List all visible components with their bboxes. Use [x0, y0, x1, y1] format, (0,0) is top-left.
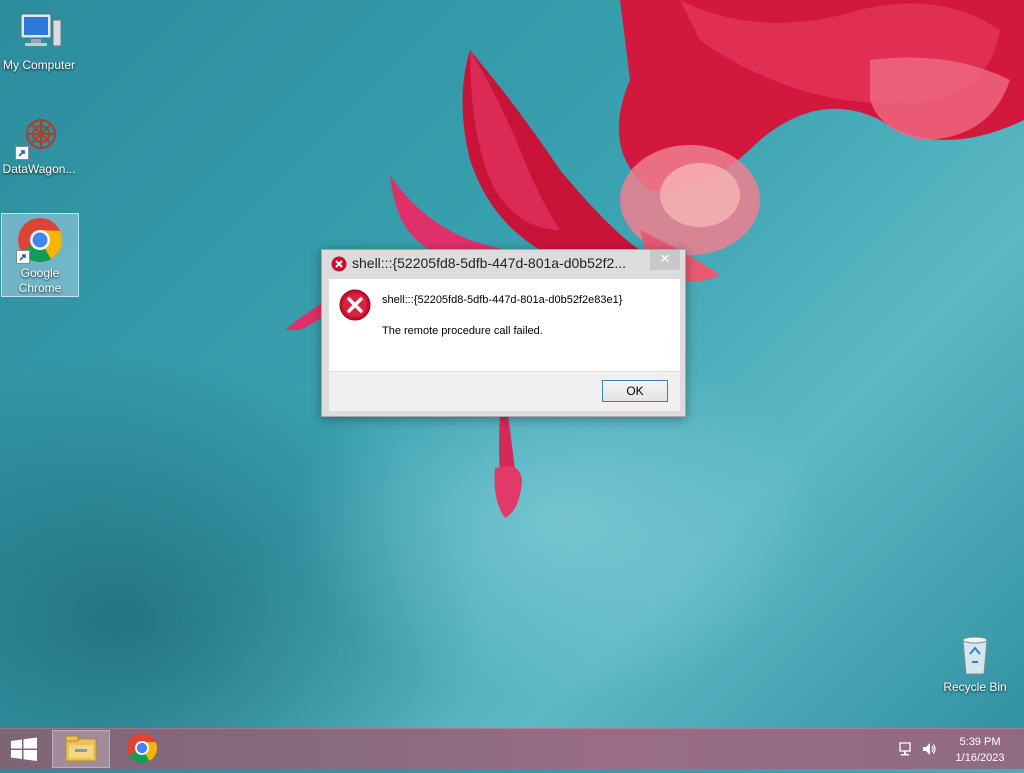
error-icon	[331, 256, 347, 272]
desktop-icon-label: My Computer	[2, 58, 76, 72]
taskbar-file-explorer[interactable]	[52, 730, 110, 768]
dialog-titlebar[interactable]: shell:::{52205fd8-5dfb-447d-801a-d0b52f2…	[322, 250, 685, 278]
network-icon[interactable]	[898, 741, 914, 757]
volume-icon[interactable]	[921, 741, 937, 757]
ok-button[interactable]: OK	[602, 380, 668, 402]
error-detail: The remote procedure call failed.	[382, 325, 543, 337]
desktop-icon-recycle-bin[interactable]: Recycle Bin	[937, 630, 1013, 695]
folder-icon	[65, 735, 97, 762]
start-button[interactable]	[0, 729, 48, 769]
shortcut-arrow-icon	[16, 250, 30, 264]
desktop-icon-google-chrome[interactable]: Google Chrome	[1, 213, 79, 297]
error-dialog: shell:::{52205fd8-5dfb-447d-801a-d0b52f2…	[321, 249, 686, 417]
desktop-icon-label: DataWagon...	[2, 162, 76, 176]
taskbar-clock[interactable]: 5:39 PM 1/16/2023	[948, 734, 1012, 766]
taskbar-google-chrome[interactable]	[114, 730, 172, 768]
clock-time: 5:39 PM	[959, 736, 1001, 748]
taskbar: 5:39 PM 1/16/2023	[0, 728, 1024, 769]
dialog-footer: OK	[329, 371, 680, 411]
computer-icon	[15, 8, 63, 56]
close-button[interactable]: ✕	[650, 250, 680, 270]
recycle-bin-icon	[951, 630, 999, 678]
chrome-icon	[127, 733, 157, 764]
dialog-title: shell:::{52205fd8-5dfb-447d-801a-d0b52f2…	[352, 255, 626, 271]
clock-date: 1/16/2023	[955, 752, 1005, 764]
windows-logo-icon	[11, 737, 37, 761]
dialog-body: shell:::{52205fd8-5dfb-447d-801a-d0b52f2…	[329, 279, 680, 371]
desktop-icon-datawagon[interactable]: DataWagon...	[1, 112, 77, 177]
datawagon-icon	[15, 112, 63, 160]
desktop-icon-my-computer[interactable]: My Computer	[1, 8, 77, 73]
chrome-icon	[16, 216, 64, 264]
desktop-icon-label: Google Chrome	[18, 266, 62, 295]
shortcut-arrow-icon	[15, 146, 29, 160]
desktop-icon-label: Recycle Bin	[943, 680, 1007, 694]
error-message: shell:::{52205fd8-5dfb-447d-801a-d0b52f2…	[382, 294, 623, 306]
error-icon	[339, 289, 371, 321]
